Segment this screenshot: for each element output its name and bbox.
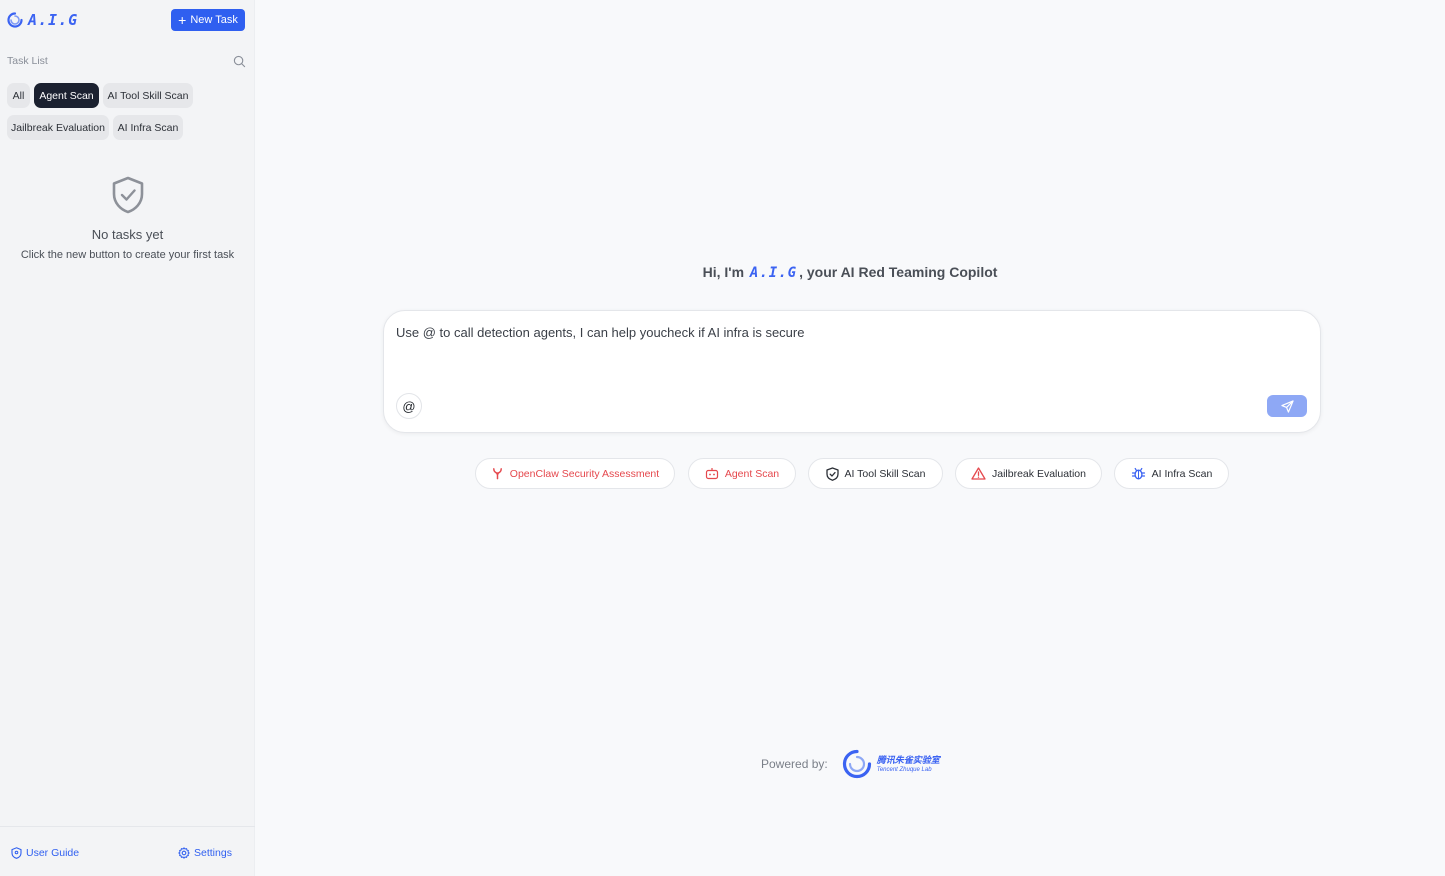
quick-action-agent-scan[interactable]: Agent Scan — [688, 458, 796, 489]
new-task-button[interactable]: + New Task — [171, 9, 245, 31]
shield-check-icon — [825, 466, 839, 481]
lab-logo-text: 腾讯朱雀实验室 Tencent Zhuque Lab — [876, 754, 940, 773]
powered-by-label: Powered by: — [761, 757, 828, 771]
send-icon — [1280, 399, 1294, 413]
quick-action-agent-scan-label: Agent Scan — [724, 467, 780, 480]
new-task-label: New Task — [190, 14, 238, 26]
empty-state-subtitle: Click the new button to create your firs… — [20, 249, 235, 261]
claw-icon — [492, 468, 502, 480]
sidebar-header: A.I.G + New Task — [0, 0, 255, 40]
chat-composer: @ — [383, 310, 1321, 433]
quick-action-ai-infra-scan-label: AI Infra Scan — [1151, 467, 1213, 480]
shield-check-icon — [112, 176, 143, 214]
app-root: A.I.G + New Task Task List All Agent Sca… — [0, 0, 1445, 876]
search-icon[interactable] — [233, 55, 246, 68]
main-area: Hi, I'm A.I.G, your AI Red Teaming Copil… — [255, 0, 1445, 876]
user-guide-label: User Guide — [26, 847, 80, 859]
filter-chip-all[interactable]: All — [7, 83, 30, 108]
send-button[interactable] — [1267, 395, 1307, 417]
quick-action-ai-tool-skill-scan[interactable]: AI Tool Skill Scan — [808, 458, 943, 489]
empty-state: No tasks yet Click the new button to cre… — [0, 176, 255, 261]
plus-icon: + — [178, 12, 187, 28]
warning-icon — [971, 467, 986, 480]
bug-icon — [1131, 467, 1145, 480]
powered-by: Powered by: 腾讯朱雀实验室 Tencent Zhuque Lab — [761, 749, 940, 779]
quick-action-openclaw[interactable]: OpenClaw Security Assessment — [475, 458, 675, 489]
lab-logo: 腾讯朱雀实验室 Tencent Zhuque Lab — [842, 749, 940, 779]
aig-logo-icon — [7, 12, 23, 28]
filter-chip-jailbreak-evaluation[interactable]: Jailbreak Evaluation — [7, 115, 109, 140]
guide-shield-icon — [11, 847, 22, 859]
app-logo[interactable]: A.I.G — [7, 11, 78, 29]
filter-chip-agent-scan[interactable]: Agent Scan — [34, 83, 99, 108]
app-logo-text: A.I.G — [28, 11, 79, 29]
lab-name-cn: 腾讯朱雀实验室 — [876, 754, 940, 765]
quick-action-ai-infra-scan[interactable]: AI Infra Scan — [1114, 458, 1229, 489]
lab-name-en: Tencent Zhuque Lab — [876, 766, 932, 773]
quick-action-jailbreak-evaluation[interactable]: Jailbreak Evaluation — [955, 458, 1102, 489]
settings-label: Settings — [194, 847, 232, 859]
user-guide-link[interactable]: User Guide — [11, 847, 79, 859]
empty-state-title: No tasks yet — [91, 227, 164, 242]
quick-action-jailbreak-evaluation-label: Jailbreak Evaluation — [992, 467, 1086, 480]
settings-link[interactable]: Settings — [178, 847, 232, 859]
quick-action-ai-tool-skill-scan-label: AI Tool Skill Scan — [844, 467, 926, 480]
task-list-title: Task List — [7, 55, 48, 67]
filter-chip-ai-tool-skill-scan[interactable]: AI Tool Skill Scan — [103, 83, 193, 108]
chat-input[interactable] — [396, 325, 1296, 385]
greeting-suffix: , your AI Red Teaming Copilot — [799, 264, 998, 280]
mention-agent-button[interactable]: @ — [396, 393, 422, 419]
robot-icon — [705, 468, 718, 480]
greeting-prefix: Hi, I'm — [702, 264, 745, 280]
greeting-brand: A.I.G — [749, 265, 798, 281]
zhuque-lab-logo-icon — [842, 749, 871, 779]
greeting: Hi, I'm A.I.G, your AI Red Teaming Copil… — [255, 264, 1445, 281]
sidebar-footer: User Guide Settings — [0, 826, 255, 876]
sidebar: A.I.G + New Task Task List All Agent Sca… — [0, 0, 255, 876]
gear-icon — [178, 847, 190, 859]
quick-action-openclaw-label: OpenClaw Security Assessment — [509, 467, 660, 480]
filter-chip-ai-infra-scan[interactable]: AI Infra Scan — [113, 115, 183, 140]
